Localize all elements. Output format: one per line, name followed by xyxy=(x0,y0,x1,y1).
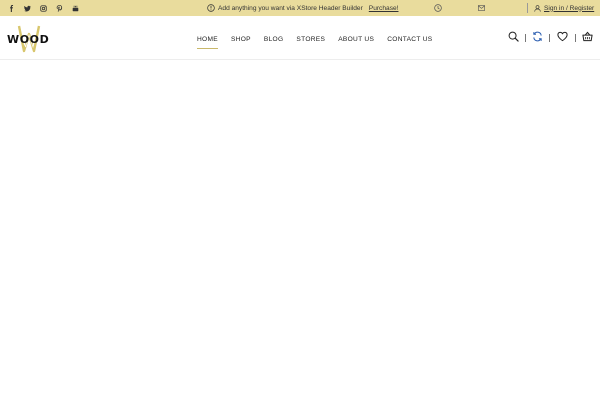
clock-icon[interactable] xyxy=(434,4,442,12)
heart-icon xyxy=(557,31,568,42)
nav-item-blog[interactable]: BLOG xyxy=(264,36,284,43)
sign-in-link[interactable]: Sign in / Register xyxy=(534,3,594,13)
nav-item-shop[interactable]: SHOP xyxy=(231,36,251,43)
youtube-link[interactable] xyxy=(70,3,80,13)
header-divider xyxy=(575,34,576,42)
cart-button[interactable] xyxy=(582,31,593,42)
nav-item-contact-us[interactable]: CONTACT US xyxy=(387,36,432,43)
wishlist-button[interactable] xyxy=(557,31,568,42)
twitter-icon xyxy=(23,5,31,11)
nav-item-stores[interactable]: STORES xyxy=(296,36,325,43)
info-icon xyxy=(207,4,215,12)
facebook-link[interactable] xyxy=(6,3,16,13)
mail-icon[interactable] xyxy=(478,5,485,11)
main-header: WOOD HOME SHOP BLOG STORES ABOUT US CONT… xyxy=(0,16,600,60)
page-content xyxy=(0,61,600,400)
header-divider xyxy=(549,34,550,42)
compare-button[interactable] xyxy=(532,31,543,42)
search-icon xyxy=(508,31,519,42)
nav-item-about-us[interactable]: ABOUT US xyxy=(338,36,374,43)
promo-message: Add anything you want via XStore Header … xyxy=(207,3,399,13)
nav-item-home[interactable]: HOME xyxy=(197,36,218,49)
main-nav: HOME SHOP BLOG STORES ABOUT US CONTACT U… xyxy=(197,34,445,49)
search-button[interactable] xyxy=(508,31,519,42)
promo-text: Add anything you want via XStore Header … xyxy=(218,4,363,12)
header-divider xyxy=(525,34,526,42)
facebook-icon xyxy=(9,4,13,12)
purchase-link[interactable]: Purchase! xyxy=(369,5,399,12)
instagram-icon xyxy=(39,4,47,12)
sign-in-label: Sign in / Register xyxy=(544,4,595,12)
basket-icon xyxy=(582,31,593,42)
logo-text: WOOD xyxy=(7,33,50,46)
refresh-icon xyxy=(533,31,542,42)
pinterest-icon xyxy=(56,4,62,12)
instagram-link[interactable] xyxy=(38,3,48,13)
top-divider xyxy=(527,3,528,13)
pinterest-link[interactable] xyxy=(54,3,64,13)
user-icon xyxy=(534,4,541,12)
social-links xyxy=(6,3,86,13)
twitter-link[interactable] xyxy=(22,3,32,13)
top-bar: Add anything you want via XStore Header … xyxy=(0,0,600,16)
youtube-icon xyxy=(72,5,78,11)
site-logo[interactable]: WOOD xyxy=(6,25,54,53)
